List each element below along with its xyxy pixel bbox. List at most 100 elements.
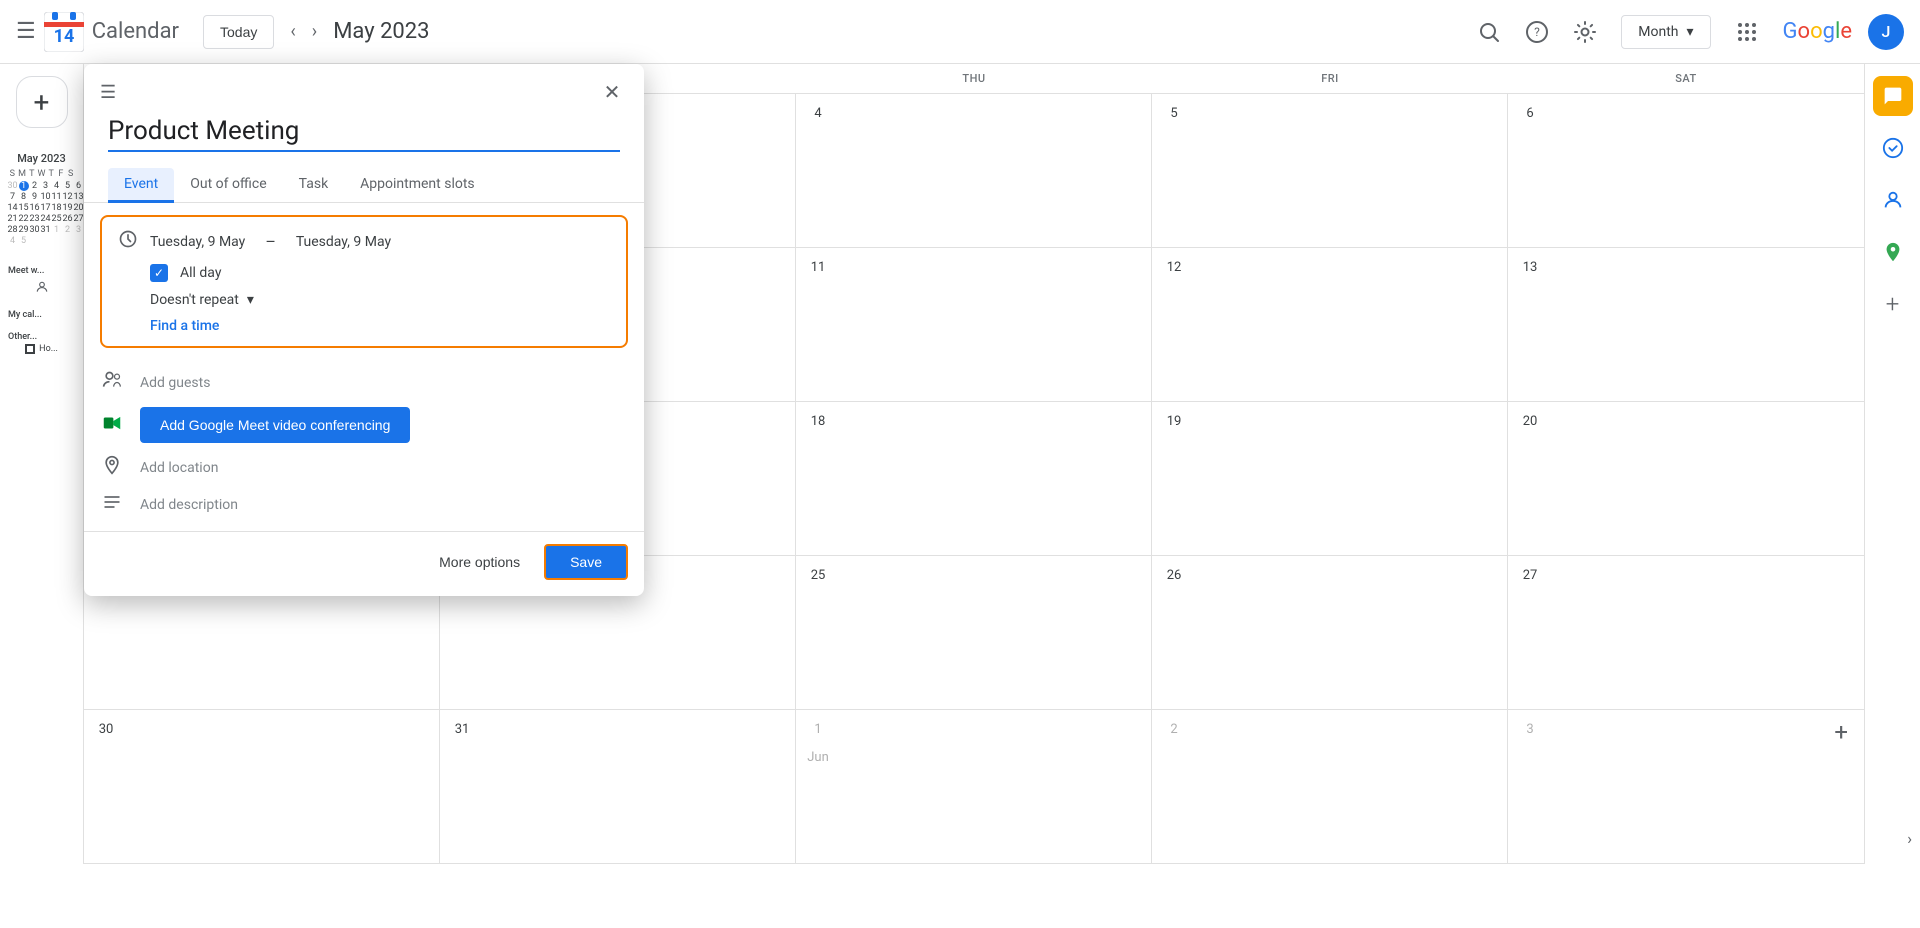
mini-day[interactable]: 4 <box>52 181 62 191</box>
day-number[interactable]: 5 <box>1160 100 1188 128</box>
scroll-right-icon[interactable]: › <box>1907 829 1912 848</box>
user-avatar[interactable]: J <box>1868 14 1904 50</box>
view-selector[interactable]: Month ▾ <box>1621 15 1710 49</box>
next-arrow-icon[interactable]: › <box>304 13 325 50</box>
modal-close-button[interactable]: ✕ <box>596 76 628 108</box>
mini-day[interactable]: 30 <box>30 225 40 235</box>
mini-day[interactable]: 10 <box>41 192 51 202</box>
add-guests-text[interactable]: Add guests <box>140 375 628 391</box>
day-number[interactable]: 30 <box>92 716 120 744</box>
mini-day[interactable]: 16 <box>30 203 40 213</box>
search-icon[interactable] <box>1469 12 1509 52</box>
help-icon[interactable]: ? <box>1517 12 1557 52</box>
holiday-cal-item[interactable]: Ho... <box>17 342 66 356</box>
mini-day[interactable]: 25 <box>52 214 62 224</box>
maps-icon[interactable] <box>1873 232 1913 272</box>
day-number[interactable]: 18 <box>804 408 832 436</box>
more-options-button[interactable]: More options <box>423 546 536 578</box>
mini-day[interactable]: 22 <box>19 214 29 224</box>
mini-day[interactable]: 11 <box>52 192 62 202</box>
mini-day-today[interactable]: 1 <box>19 181 29 191</box>
create-event-button[interactable]: + <box>16 76 68 128</box>
mini-day[interactable]: 9 <box>30 192 40 202</box>
mini-day[interactable]: 5 <box>63 181 73 191</box>
mini-day[interactable]: 7 <box>8 192 18 202</box>
mini-day[interactable]: 31 <box>41 225 51 235</box>
day-number[interactable]: 3 <box>1516 716 1544 744</box>
day-number[interactable]: 6 <box>1516 100 1544 128</box>
mini-day[interactable]: 26 <box>63 214 73 224</box>
mini-day[interactable]: 8 <box>19 192 29 202</box>
cal-cell-jun1[interactable]: 1 Jun <box>796 710 1152 863</box>
cal-cell-4[interactable]: 4 <box>796 94 1152 247</box>
cal-cell-25[interactable]: 25 <box>796 556 1152 709</box>
mini-day[interactable]: 2 <box>63 225 73 235</box>
tasks-check-icon[interactable] <box>1873 128 1913 168</box>
tab-event[interactable]: Event <box>108 168 174 203</box>
hamburger-icon[interactable]: ☰ <box>16 19 36 44</box>
mini-day[interactable]: 30 <box>8 181 18 191</box>
repeat-row[interactable]: Doesn't repeat ▾ <box>150 292 610 308</box>
day-number[interactable]: 11 <box>804 254 832 282</box>
mini-day[interactable]: 19 <box>63 203 73 213</box>
cal-cell-jun3[interactable]: 3 + <box>1508 710 1864 863</box>
cal-cell-19[interactable]: 19 <box>1152 402 1508 555</box>
mini-day[interactable]: 13 <box>74 192 84 202</box>
mini-day[interactable]: 29 <box>19 225 29 235</box>
cal-cell-27[interactable]: 27 <box>1508 556 1864 709</box>
mini-day[interactable]: 3 <box>74 225 84 235</box>
add-meet-button[interactable]: Add Google Meet video conferencing <box>140 407 410 443</box>
cal-cell-12[interactable]: 12 <box>1152 248 1508 401</box>
today-button[interactable]: Today <box>203 15 274 49</box>
chat-icon[interactable] <box>1873 76 1913 116</box>
day-number[interactable]: 2 <box>1160 716 1188 744</box>
day-number[interactable]: 4 <box>804 100 832 128</box>
mini-day[interactable]: 28 <box>8 225 18 235</box>
mini-day[interactable]: 21 <box>8 214 18 224</box>
save-button[interactable]: Save <box>544 544 628 580</box>
tab-appointment-slots[interactable]: Appointment slots <box>344 168 490 203</box>
cal-cell-13[interactable]: 13 <box>1508 248 1864 401</box>
contacts-icon[interactable] <box>1873 180 1913 220</box>
mini-day[interactable]: 4 <box>8 236 18 246</box>
day-number[interactable]: 27 <box>1516 562 1544 590</box>
modal-menu-icon[interactable]: ☰ <box>100 82 116 103</box>
day-number[interactable]: 13 <box>1516 254 1544 282</box>
mini-day[interactable]: 17 <box>41 203 51 213</box>
apps-grid-icon[interactable] <box>1727 12 1767 52</box>
date-start[interactable]: Tuesday, 9 May <box>150 234 245 250</box>
mini-day[interactable]: 3 <box>41 181 51 191</box>
mini-day[interactable]: 12 <box>63 192 73 202</box>
add-location-text[interactable]: Add location <box>140 460 628 476</box>
add-event-plus-icon[interactable]: + <box>1834 718 1848 746</box>
add-widget-icon[interactable]: + <box>1873 284 1913 324</box>
find-time-link[interactable]: Find a time <box>150 318 610 334</box>
prev-arrow-icon[interactable]: ‹ <box>282 13 303 50</box>
day-number[interactable]: 25 <box>804 562 832 590</box>
tab-out-of-office[interactable]: Out of office <box>174 168 282 203</box>
day-number[interactable]: 1 Jun <box>804 716 832 744</box>
event-title-input[interactable]: Product Meeting <box>108 116 620 152</box>
day-number[interactable]: 12 <box>1160 254 1188 282</box>
meet-icon-row[interactable] <box>27 276 57 298</box>
cal-cell-18[interactable]: 18 <box>796 402 1152 555</box>
mini-day[interactable]: 2 <box>30 181 40 191</box>
mini-day[interactable]: 6 <box>74 181 84 191</box>
mini-day[interactable]: 20 <box>74 203 84 213</box>
cal-cell-30[interactable]: 30 <box>84 710 440 863</box>
mini-day[interactable]: 18 <box>52 203 62 213</box>
mini-day[interactable]: 1 <box>52 225 62 235</box>
tab-task[interactable]: Task <box>283 168 345 203</box>
mini-day[interactable]: 23 <box>30 214 40 224</box>
cal-cell-5[interactable]: 5 <box>1152 94 1508 247</box>
allday-checkbox[interactable] <box>150 264 168 282</box>
add-description-text[interactable]: Add description <box>140 497 628 513</box>
cal-cell-jun2[interactable]: 2 <box>1152 710 1508 863</box>
date-end[interactable]: Tuesday, 9 May <box>296 234 391 250</box>
cal-cell-26[interactable]: 26 <box>1152 556 1508 709</box>
day-number[interactable]: 26 <box>1160 562 1188 590</box>
mini-day[interactable]: 5 <box>19 236 29 246</box>
day-number[interactable]: 20 <box>1516 408 1544 436</box>
mini-day[interactable]: 24 <box>41 214 51 224</box>
mini-day[interactable]: 27 <box>74 214 84 224</box>
